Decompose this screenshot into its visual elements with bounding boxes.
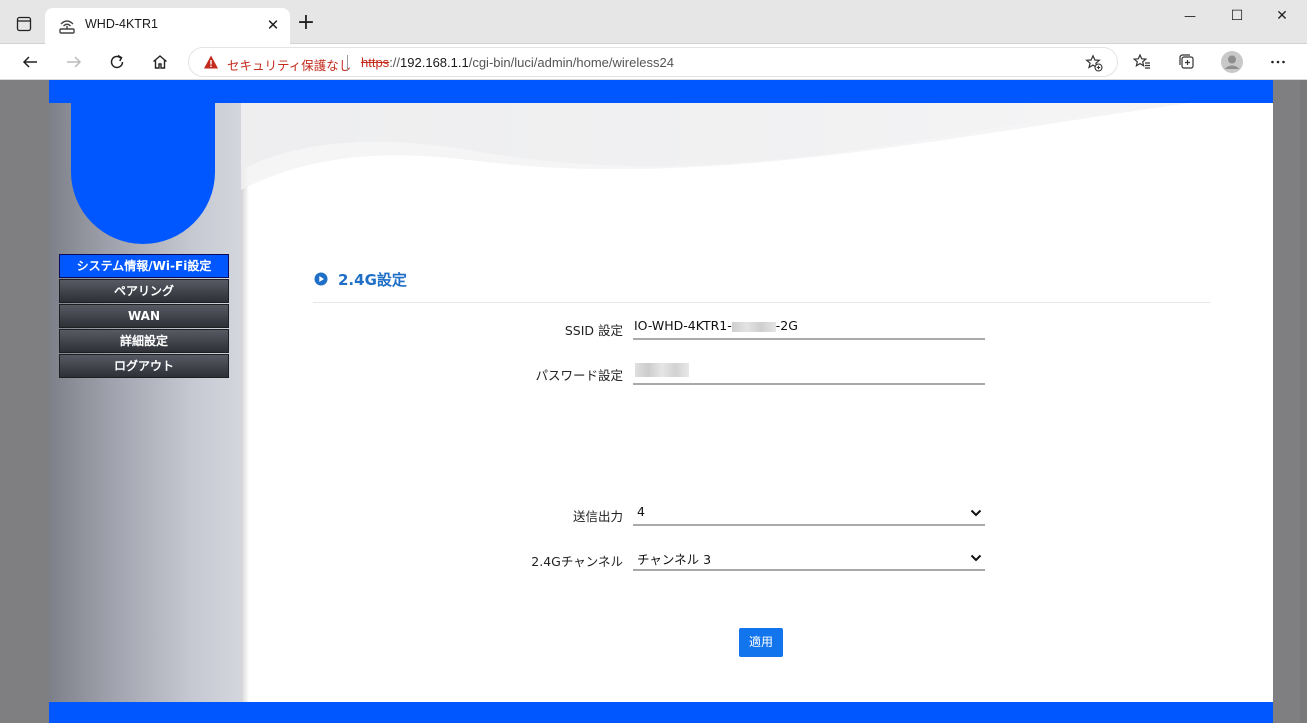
url-scheme: https — [361, 55, 390, 70]
more-menu-icon[interactable] — [1264, 48, 1292, 76]
browser-tab[interactable]: WHD-4KTR1 ✕ — [45, 8, 290, 44]
warning-icon[interactable] — [203, 54, 219, 74]
password-underline — [633, 383, 985, 385]
footer-bar — [49, 702, 1273, 723]
ssid-suffix: -2G — [775, 318, 798, 333]
password-masked-value — [635, 363, 689, 377]
browser-toolbar: セキュリティ保護なし https://192.168.1.1/cgi-bin/l… — [0, 44, 1307, 80]
tab-strip: WHD-4KTR1 ✕ + — ☐ ✕ — [0, 0, 1307, 44]
menu-item-advanced[interactable]: 詳細設定 — [59, 329, 229, 353]
new-tab-button[interactable]: + — [296, 12, 316, 34]
window-right-edge — [1300, 80, 1307, 723]
forward-icon[interactable] — [60, 48, 88, 76]
header-wave-graphic — [71, 103, 1199, 244]
url-host: 192.168.1.1 — [400, 55, 469, 70]
play-circle-icon — [314, 271, 328, 290]
ssid-input[interactable]: IO-WHD-4KTR1- -2G — [634, 318, 798, 333]
ssid-label: SSID 設定 — [564, 323, 623, 338]
close-window-button[interactable]: ✕ — [1259, 3, 1305, 29]
maximize-button[interactable]: ☐ — [1214, 3, 1260, 29]
channel-underline — [633, 569, 985, 571]
tx-power-value: 4 — [637, 504, 645, 519]
router-admin-page: システム情報/Wi-Fi設定 ペアリング WAN 詳細設定 ログアウト 2.4G… — [49, 80, 1273, 723]
channel-value: チャンネル 3 — [637, 552, 712, 567]
address-bar[interactable]: セキュリティ保護なし https://192.168.1.1/cgi-bin/l… — [188, 47, 1118, 77]
apply-button[interactable]: 適用 — [739, 628, 783, 657]
add-favorite-icon[interactable] — [1085, 54, 1103, 76]
ssid-underline — [633, 338, 985, 340]
menu-item-logout[interactable]: ログアウト — [59, 354, 229, 378]
ssid-prefix: IO-WHD-4KTR1- — [634, 318, 732, 333]
menu-item-system-wifi[interactable]: システム情報/Wi-Fi設定 — [59, 254, 229, 278]
password-label: パスワード設定 — [535, 368, 623, 383]
menu-item-pairing[interactable]: ペアリング — [59, 279, 229, 303]
channel-label: 2.4Gチャンネル — [531, 554, 623, 569]
ssid-masked-part — [731, 321, 776, 332]
sidebar-menu: システム情報/Wi-Fi設定 ペアリング WAN 詳細設定 ログアウト — [59, 254, 230, 379]
back-icon[interactable] — [16, 48, 44, 76]
password-input[interactable] — [635, 363, 689, 380]
chevron-down-icon[interactable] — [970, 508, 982, 518]
tx-power-label: 送信出力 — [572, 509, 623, 524]
collections-icon[interactable] — [1172, 48, 1200, 76]
address-divider — [347, 55, 348, 71]
url-separator: :// — [389, 55, 401, 70]
security-warning-text[interactable]: セキュリティ保護なし — [227, 55, 351, 74]
tx-power-select[interactable]: 4 — [637, 504, 985, 524]
home-icon[interactable] — [146, 48, 174, 76]
profile-avatar-icon[interactable] — [1218, 48, 1246, 76]
tab-title: WHD-4KTR1 — [85, 17, 158, 31]
refresh-icon[interactable] — [103, 48, 131, 76]
url-path: /cgi-bin/luci/admin/home/wireless24 — [468, 55, 674, 70]
channel-select[interactable]: チャンネル 3 — [637, 549, 985, 569]
router-icon — [57, 16, 77, 36]
url-text[interactable]: https://192.168.1.1/cgi-bin/luci/admin/h… — [361, 55, 674, 70]
tx-power-underline — [633, 524, 985, 526]
section-title: 2.4G設定 — [338, 271, 407, 289]
menu-item-wan[interactable]: WAN — [59, 304, 229, 328]
chevron-down-icon[interactable] — [970, 553, 982, 563]
minimize-button[interactable]: — — [1167, 3, 1213, 29]
tab-close-icon[interactable]: ✕ — [265, 16, 281, 34]
tab-actions-icon[interactable] — [12, 12, 36, 36]
section-divider — [313, 302, 1210, 303]
favorites-icon[interactable] — [1128, 48, 1156, 76]
